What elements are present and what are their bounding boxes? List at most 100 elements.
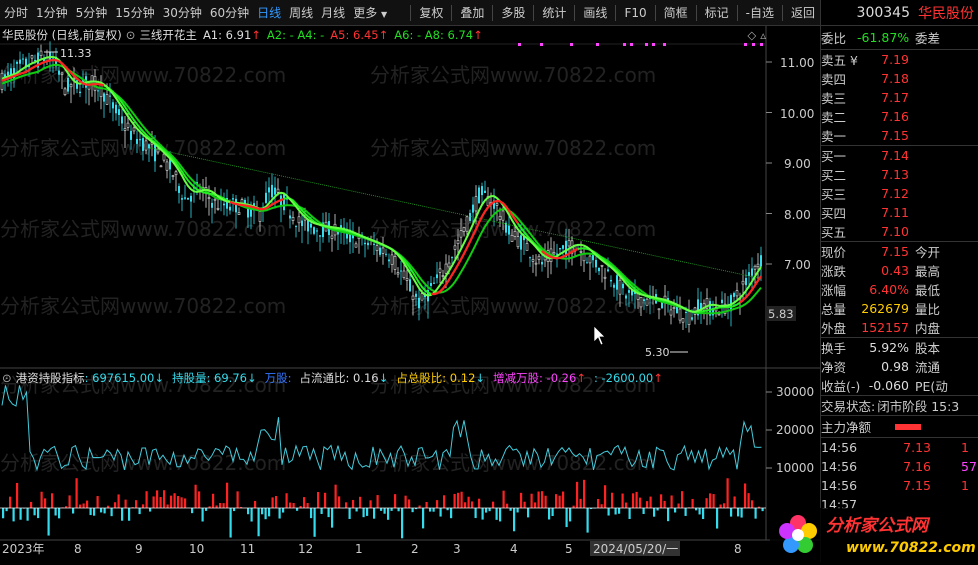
candle xyxy=(529,256,531,266)
up-arrow-icon: ↑ xyxy=(576,371,586,385)
quote-block: 现价7.15今开涨跌0.43最高涨幅6.40%最低总量262679量比外盘152… xyxy=(821,242,978,338)
ind-bar-up xyxy=(237,491,239,508)
candle xyxy=(166,159,168,178)
candle xyxy=(187,198,189,200)
settings-icon[interactable]: ⊙ xyxy=(2,371,12,385)
candle xyxy=(547,241,549,278)
signal-marker xyxy=(596,43,599,46)
ind-bar-down xyxy=(328,508,330,517)
ind-v2: 持股量: 69.76 xyxy=(172,370,247,386)
quote-row: 卖四7.18 xyxy=(821,69,978,88)
ind-bar-up xyxy=(9,497,11,508)
date-label-cursor: 2024/05/20/一 xyxy=(593,542,678,556)
ind-v3: 万股: xyxy=(265,370,292,386)
candle xyxy=(694,307,696,325)
ind-bar-down xyxy=(401,508,403,538)
ind-bar-up xyxy=(478,499,480,508)
signal-marker xyxy=(652,43,655,46)
row-value: 7.12 xyxy=(857,186,915,201)
candle xyxy=(589,254,591,280)
ind-bar-up xyxy=(583,480,585,508)
row-value: 152157 xyxy=(857,320,915,335)
ind-bar-down xyxy=(450,508,452,518)
quote-row: 买二7.13 xyxy=(821,165,978,184)
ind-bar-down xyxy=(373,508,375,519)
price-tick: 9.00 xyxy=(784,157,811,171)
weibi-row: 委比 -61.87% 委差 xyxy=(821,26,978,50)
date-label: 4 xyxy=(510,542,518,556)
ind-bar-up xyxy=(114,502,116,508)
indicator-name[interactable]: 三线开花主 xyxy=(139,27,197,43)
quote-row: 总量262679量比 xyxy=(821,299,978,318)
ind-bar-up xyxy=(16,483,18,508)
ind-tick: 20000 xyxy=(776,423,814,437)
candle xyxy=(760,247,762,281)
candle xyxy=(40,45,42,59)
main-flow-bar xyxy=(895,424,921,430)
ind-bar-up xyxy=(324,493,326,508)
row-label: 买一 xyxy=(821,146,857,165)
candle xyxy=(319,235,321,251)
row-value: 7.11 xyxy=(857,205,915,220)
candle xyxy=(709,298,711,325)
candle xyxy=(598,268,600,275)
tick-time: 14:56 xyxy=(821,459,875,474)
settings-icon[interactable]: ⊙ xyxy=(126,28,136,42)
candle xyxy=(532,255,534,273)
ind-v5: 占总股比: 0.12 xyxy=(396,370,475,386)
ind-bar-up xyxy=(79,505,81,508)
ind-bar-up xyxy=(198,491,200,508)
ind-bar-down xyxy=(527,508,529,517)
quote-row: 买三7.12 xyxy=(821,184,978,203)
ind-bar-up xyxy=(153,496,155,508)
ind-bar-down xyxy=(755,508,757,519)
ind-name[interactable]: 港资持股指标 xyxy=(16,370,85,386)
row-label: 换手 xyxy=(821,338,857,357)
ind-bar-down xyxy=(475,508,477,518)
row-right: PE(动 xyxy=(915,376,948,395)
date-label: 9 xyxy=(135,542,143,556)
ind-bar-up xyxy=(520,493,522,508)
quote-row: 买一7.14 xyxy=(821,146,978,165)
row-value: 7.17 xyxy=(857,90,915,105)
ind-bar-down xyxy=(48,508,50,536)
ind-bar-up xyxy=(720,505,722,508)
ind-bar-down xyxy=(699,508,701,514)
ind-bar-up xyxy=(370,500,372,508)
ind-bar-up xyxy=(727,478,729,508)
quote-row: 现价7.15今开 xyxy=(821,242,978,261)
ind-bar-up xyxy=(51,493,53,508)
ind-bar-down xyxy=(55,508,57,516)
ind-bar-down xyxy=(230,508,232,538)
down-arrow-icon: ↓ xyxy=(247,371,257,385)
candle xyxy=(184,185,186,200)
ind-bar-up xyxy=(142,504,144,508)
candle xyxy=(160,165,162,167)
ind-bar-down xyxy=(440,508,442,517)
ind-bar-up xyxy=(524,502,526,508)
diamond-icon[interactable]: ◇ xyxy=(747,28,756,42)
kline-chart[interactable]: 分析家公式网www.70822.com分析家公式网www.70822.com分析… xyxy=(0,0,820,562)
ind-bar-up xyxy=(83,503,85,508)
ind-bar-down xyxy=(34,508,36,515)
row-label: 卖五 ¥ xyxy=(821,50,857,69)
ind-bar-up xyxy=(118,494,120,508)
tick-time: 14:56 xyxy=(821,440,875,455)
candle xyxy=(385,249,387,257)
ind-bar-down xyxy=(268,508,270,516)
quote-row: 卖二7.16 xyxy=(821,107,978,126)
price-tick: 11.00 xyxy=(780,56,814,70)
date-label: 11 xyxy=(240,542,255,556)
ind-bar-down xyxy=(37,508,39,518)
ind-bar-down xyxy=(247,508,249,514)
ind-bar-down xyxy=(643,508,645,514)
ind-bar-up xyxy=(76,478,78,508)
candle xyxy=(481,183,483,205)
date-label: 1 xyxy=(355,542,363,556)
ind-bar-up xyxy=(468,497,470,508)
row-value: 7.14 xyxy=(857,148,915,163)
up-triangle-icon[interactable]: ▵ xyxy=(760,28,766,42)
ind-tick: 10000 xyxy=(776,461,814,475)
row-value: 7.18 xyxy=(857,71,915,86)
ind-bar-up xyxy=(545,496,547,508)
